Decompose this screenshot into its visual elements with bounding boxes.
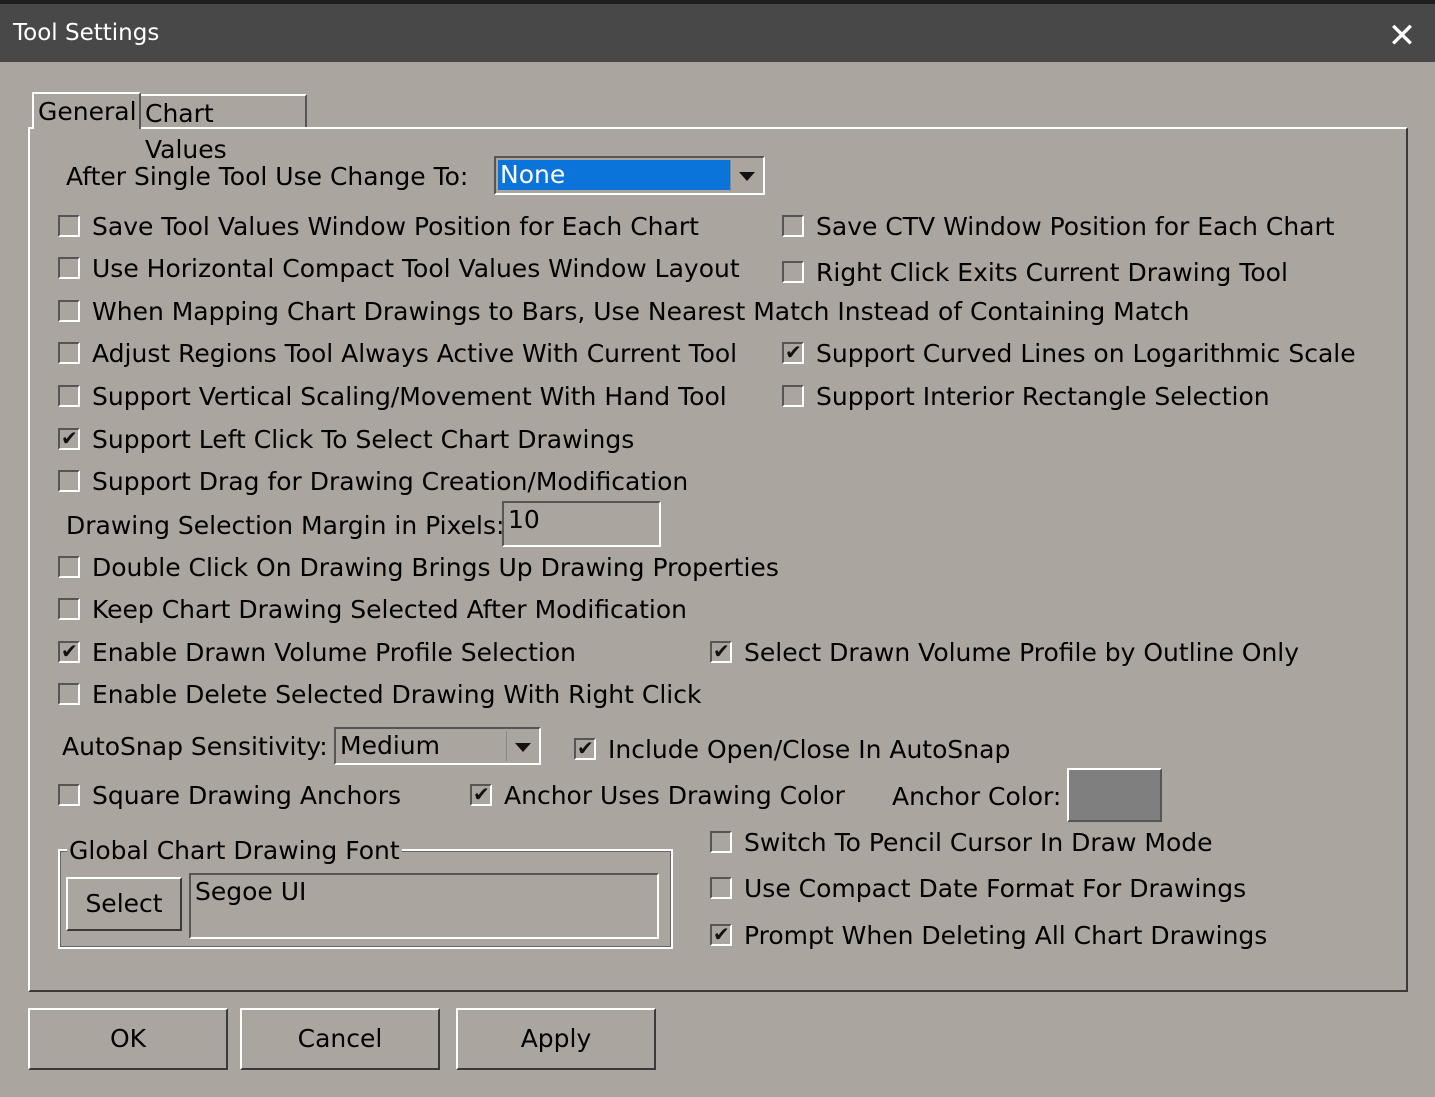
autosnap-value: Medium — [340, 731, 440, 760]
ok-button[interactable]: OK — [28, 1008, 228, 1070]
compact-date-label: Use Compact Date Format For Drawings — [744, 874, 1247, 903]
prompt-delete-all-label: Prompt When Deleting All Chart Drawings — [744, 921, 1268, 950]
checkmark-icon: ✔ — [713, 922, 730, 946]
vertical-scaling-label: Support Vertical Scaling/Movement With H… — [92, 382, 727, 411]
anchor-uses-color-checkbox[interactable]: ✔ — [470, 782, 492, 806]
pencil-cursor-checkbox[interactable] — [710, 831, 732, 853]
checkmark-icon: ✔ — [577, 736, 594, 760]
close-icon[interactable]: ✕ — [1382, 16, 1422, 56]
save-tool-values-pos-checkbox[interactable] — [58, 215, 80, 237]
after-single-tool-value: None — [498, 160, 731, 190]
drag-creation-checkbox[interactable] — [58, 470, 80, 492]
anchor-color-swatch[interactable] — [1067, 768, 1162, 822]
prompt-delete-all-checkbox[interactable]: ✔ — [710, 922, 732, 946]
after-single-tool-label: After Single Tool Use Change To: — [66, 162, 469, 191]
compact-date-checkbox[interactable] — [710, 877, 732, 899]
horizontal-compact-checkbox[interactable] — [58, 257, 80, 279]
save-ctv-pos-checkbox[interactable] — [782, 215, 804, 237]
chevron-down-icon[interactable] — [506, 731, 537, 761]
title-bar: Tool Settings ✕ — [0, 0, 1435, 62]
pencil-cursor-label: Switch To Pencil Cursor In Draw Mode — [744, 828, 1213, 857]
save-ctv-pos-label: Save CTV Window Position for Each Chart — [816, 212, 1335, 241]
horizontal-compact-label: Use Horizontal Compact Tool Values Windo… — [92, 254, 740, 283]
double-click-props-checkbox[interactable] — [58, 556, 80, 578]
selection-margin-input[interactable]: 10 — [502, 501, 661, 547]
keep-selected-checkbox[interactable] — [58, 598, 80, 620]
checkmark-icon: ✔ — [473, 782, 490, 806]
save-tool-values-pos-label: Save Tool Values Window Position for Eac… — [92, 212, 699, 241]
window-title: Tool Settings — [13, 20, 160, 46]
include-open-close-checkbox[interactable]: ✔ — [574, 736, 596, 760]
checkmark-icon: ✔ — [61, 426, 78, 450]
right-click-exits-label: Right Click Exits Current Drawing Tool — [816, 258, 1288, 287]
double-click-props-label: Double Click On Drawing Brings Up Drawin… — [92, 553, 779, 582]
chevron-down-icon[interactable] — [730, 160, 761, 191]
adjust-regions-checkbox[interactable] — [58, 342, 80, 364]
right-click-exits-checkbox[interactable] — [782, 261, 804, 283]
apply-button[interactable]: Apply — [456, 1008, 656, 1070]
autosnap-label: AutoSnap Sensitivity: — [62, 732, 328, 761]
nearest-match-checkbox[interactable] — [58, 300, 80, 322]
after-single-tool-select[interactable]: None — [494, 156, 765, 195]
keep-selected-label: Keep Chart Drawing Selected After Modifi… — [92, 595, 687, 624]
nearest-match-label: When Mapping Chart Drawings to Bars, Use… — [92, 297, 1190, 326]
selection-margin-label: Drawing Selection Margin in Pixels: — [66, 511, 505, 540]
vp-outline-only-label: Select Drawn Volume Profile by Outline O… — [744, 638, 1300, 667]
delete-right-click-label: Enable Delete Selected Drawing With Righ… — [92, 680, 702, 709]
interior-rect-checkbox[interactable] — [782, 385, 804, 407]
interior-rect-label: Support Interior Rectangle Selection — [816, 382, 1270, 411]
include-open-close-label: Include Open/Close In AutoSnap — [608, 735, 1011, 764]
checkmark-icon: ✔ — [61, 639, 78, 663]
anchor-color-label: Anchor Color: — [892, 782, 1062, 811]
font-value-field: Segoe UI — [189, 873, 659, 939]
autosnap-select[interactable]: Medium — [334, 727, 541, 765]
drag-creation-label: Support Drag for Drawing Creation/Modifi… — [92, 467, 689, 496]
square-anchors-checkbox[interactable] — [58, 784, 80, 806]
checkmark-icon: ✔ — [785, 340, 802, 364]
left-click-select-label: Support Left Click To Select Chart Drawi… — [92, 425, 635, 454]
checkmark-icon: ✔ — [713, 639, 730, 663]
cancel-button[interactable]: Cancel — [240, 1008, 440, 1070]
vertical-scaling-checkbox[interactable] — [58, 385, 80, 407]
anchor-uses-color-label: Anchor Uses Drawing Color — [504, 781, 845, 810]
curved-lines-log-checkbox[interactable]: ✔ — [782, 340, 804, 364]
left-click-select-checkbox[interactable]: ✔ — [58, 426, 80, 450]
font-group-label: Global Chart Drawing Font — [67, 836, 402, 866]
font-select-button[interactable]: Select — [66, 877, 182, 931]
square-anchors-label: Square Drawing Anchors — [92, 781, 401, 810]
enable-vp-selection-checkbox[interactable]: ✔ — [58, 639, 80, 663]
tab-chart-values[interactable]: Chart Values — [141, 94, 307, 164]
curved-lines-log-label: Support Curved Lines on Logarithmic Scal… — [816, 339, 1356, 368]
adjust-regions-label: Adjust Regions Tool Always Active With C… — [92, 339, 738, 368]
tab-general[interactable]: General — [32, 92, 141, 129]
vp-outline-only-checkbox[interactable]: ✔ — [710, 639, 732, 663]
delete-right-click-checkbox[interactable] — [58, 683, 80, 705]
enable-vp-selection-label: Enable Drawn Volume Profile Selection — [92, 638, 577, 667]
